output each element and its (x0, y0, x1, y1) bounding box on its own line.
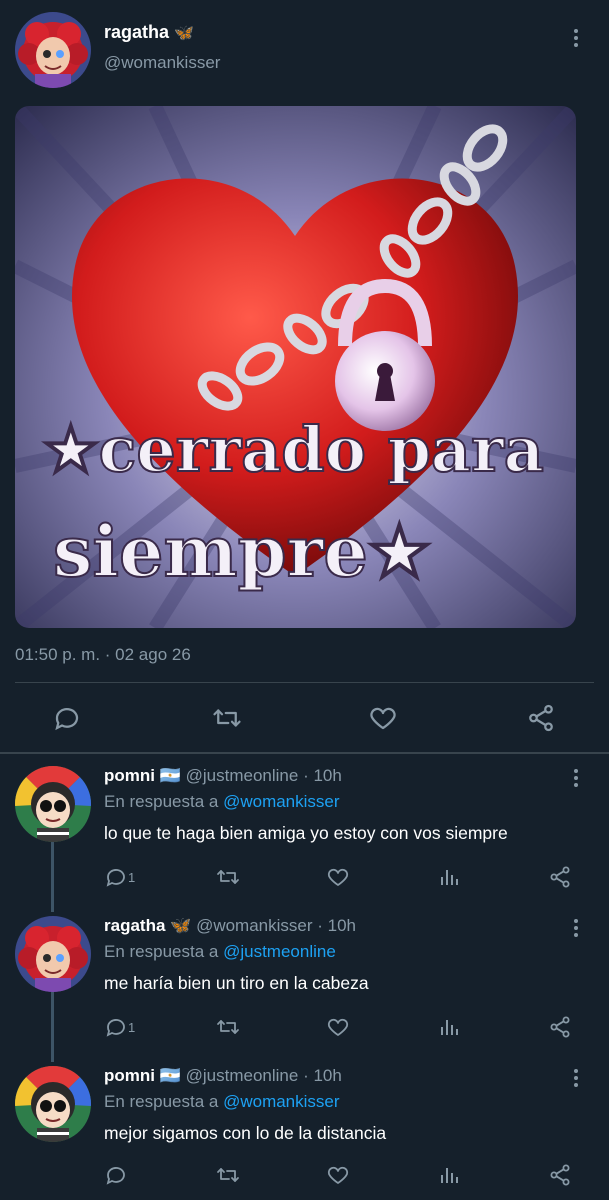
reply-tweet[interactable]: ragatha 🦋 @womankisser · 10h En respuest… (0, 916, 609, 1046)
more-options-icon[interactable] (564, 26, 588, 50)
comment-icon[interactable] (52, 703, 82, 733)
reply-name-line: pomni 🇦🇷 @justmeonline · 10h (104, 1066, 342, 1086)
avatar-ragatha[interactable] (15, 12, 91, 88)
comment-button[interactable]: 1 (104, 1014, 135, 1040)
reply-name-line: pomni 🇦🇷 @justmeonline · 10h (104, 766, 342, 786)
author-handle[interactable]: @womankisser (104, 53, 220, 73)
reply-display-name[interactable]: pomni (104, 1066, 155, 1085)
analytics-icon[interactable] (437, 864, 461, 890)
more-options-icon[interactable] (564, 1066, 588, 1090)
comment-button[interactable]: 1 (104, 864, 135, 890)
section-divider (0, 752, 609, 754)
reply-count: 1 (128, 1019, 136, 1035)
share-icon[interactable] (526, 703, 556, 733)
comment-icon (106, 1019, 125, 1037)
reply-mention-link[interactable]: @justmeonline (223, 942, 336, 961)
share-icon[interactable] (548, 1162, 572, 1188)
retweet-icon[interactable] (216, 864, 240, 890)
image-caption-line2: siempre★ (53, 510, 431, 593)
avatar-pomni[interactable] (15, 766, 91, 842)
reply-prefix: En respuesta a (104, 792, 224, 811)
avatar-ragatha[interactable] (15, 916, 91, 992)
avatar-pomni[interactable] (15, 1066, 91, 1142)
reply-name-line: ragatha 🦋 @womankisser · 10h (104, 916, 356, 936)
like-icon[interactable] (326, 864, 350, 890)
reply-text: lo que te haga bien amiga yo estoy con v… (104, 823, 508, 843)
share-icon[interactable] (548, 864, 572, 890)
reply-context: En respuesta a @womankisser (104, 1092, 340, 1112)
reply-mention-link[interactable]: @womankisser (223, 792, 339, 811)
reply-actions (0, 1162, 609, 1188)
share-icon[interactable] (548, 1014, 572, 1040)
like-icon[interactable] (368, 703, 398, 733)
reply-mention-link[interactable]: @womankisser (223, 1092, 339, 1111)
reply-actions: 1 (0, 1014, 609, 1040)
comment-icon (106, 869, 125, 887)
reply-prefix: En respuesta a (104, 942, 224, 961)
divider (15, 682, 594, 683)
like-icon[interactable] (326, 1014, 350, 1040)
butterfly-emoji: 🦋 (170, 916, 192, 935)
argentina-flag-emoji: 🇦🇷 (159, 766, 181, 785)
reply-handle[interactable]: @justmeonline · 10h (186, 766, 342, 785)
reply-handle[interactable]: @womankisser · 10h (196, 916, 356, 935)
retweet-icon[interactable] (216, 1014, 240, 1040)
reply-tweet[interactable]: pomni 🇦🇷 @justmeonline · 10h En respuest… (0, 1066, 609, 1196)
retweet-icon[interactable] (216, 1162, 240, 1188)
tweet-timestamp[interactable]: 01:50 p. m. · 02 ago 26 (15, 645, 191, 665)
main-tweet: ragatha 🦋 @womankisser ★cerrado para sie… (0, 0, 609, 752)
argentina-flag-emoji: 🇦🇷 (159, 1066, 181, 1085)
reply-actions: 1 (0, 864, 609, 890)
reply-count: 1 (128, 869, 136, 885)
analytics-icon[interactable] (437, 1162, 461, 1188)
more-options-icon[interactable] (564, 916, 588, 940)
reply-tweet[interactable]: pomni 🇦🇷 @justmeonline · 10h En respuest… (0, 766, 609, 896)
more-options-icon[interactable] (564, 766, 588, 790)
reply-text: mejor sigamos con lo de la distancia (104, 1123, 387, 1143)
tweet-image[interactable]: ★cerrado para siempre★ (15, 106, 576, 628)
reply-prefix: En respuesta a (104, 1092, 224, 1111)
reply-handle[interactable]: @justmeonline · 10h (186, 1066, 342, 1085)
author-name[interactable]: ragatha 🦋 (104, 22, 194, 43)
reply-context: En respuesta a @womankisser (104, 792, 340, 812)
author-display-name: ragatha (104, 22, 170, 42)
reply-context: En respuesta a @justmeonline (104, 942, 336, 962)
reply-display-name[interactable]: ragatha (104, 916, 165, 935)
analytics-icon[interactable] (437, 1014, 461, 1040)
butterfly-emoji: 🦋 (174, 25, 194, 42)
retweet-icon[interactable] (212, 703, 242, 733)
reply-display-name[interactable]: pomni (104, 766, 155, 785)
reply-text: me haría bien un tiro en la cabeza (104, 973, 369, 993)
like-icon[interactable] (326, 1162, 350, 1188)
image-caption-line1: ★cerrado para (43, 413, 544, 486)
comment-icon[interactable] (104, 1162, 128, 1188)
